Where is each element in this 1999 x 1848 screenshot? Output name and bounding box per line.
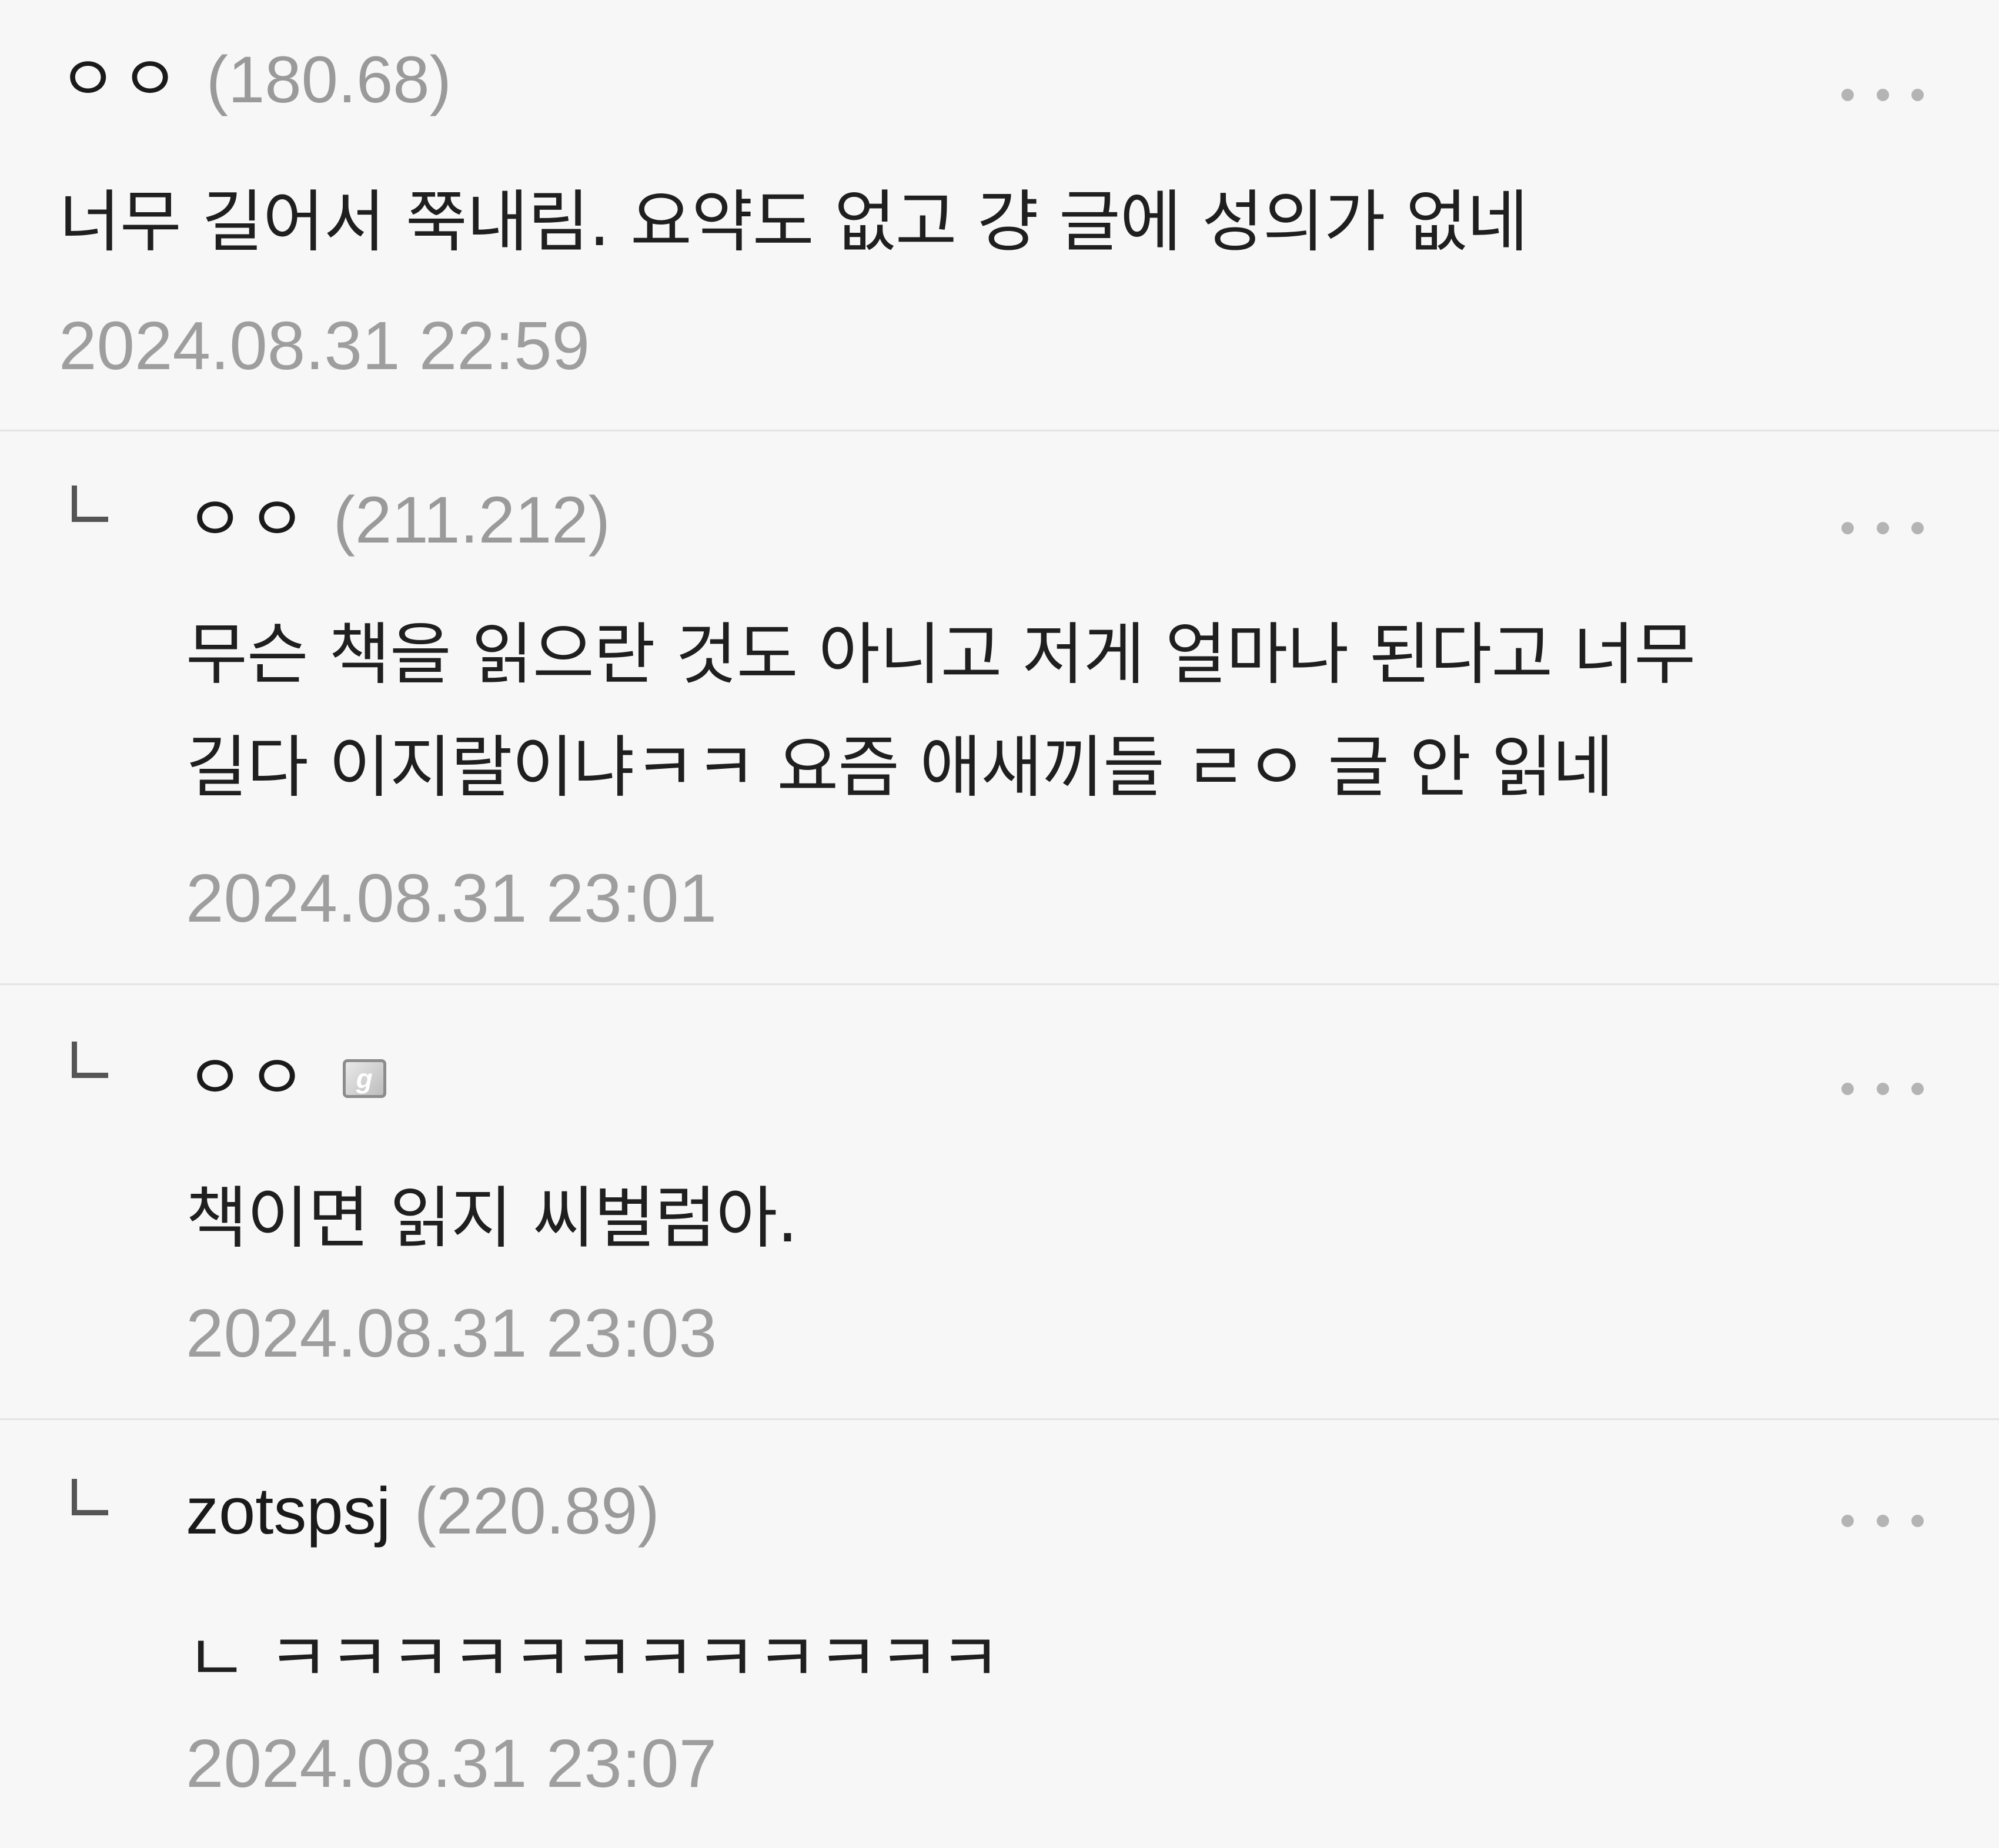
more-options-icon[interactable] xyxy=(1841,1514,1924,1527)
reply-arrow-icon xyxy=(72,1479,108,1515)
comment-text: 무슨 책을 읽으란 것도 아니고 저게 얼마나 된다고 너무 길다 이지랄이냐ㅋ… xyxy=(186,598,1696,824)
comment-timestamp: 2024.08.31 22:59 xyxy=(59,307,590,384)
comment-text: 책이면 읽지 씨벌럼아. xyxy=(186,1179,798,1257)
comment-timestamp: 2024.08.31 23:07 xyxy=(186,1725,717,1802)
reply-arrow-icon xyxy=(72,1042,108,1078)
comment-ip: (211.212) xyxy=(333,483,610,557)
comment-meta: ㅇㅇ (211.212) xyxy=(186,487,610,553)
comment-text: 너무 길어서 쭉내림. 요약도 없고 걍 글에 성의가 없네 xyxy=(59,183,1529,261)
comment-meta: zotspsj (220.89) xyxy=(186,1478,660,1544)
reply-item: zotspsj (220.89) ㄴ ㅋㅋㅋㅋㅋㅋㅋㅋㅋㅋㅋㅋ 2024.08.… xyxy=(0,1420,1999,1848)
comment-text-line: 길다 이지랄이냐ㅋㅋ 요즘 애새끼들 ㄹㅇ 글 안 읽네 xyxy=(186,728,1614,806)
comment-ip: (220.89) xyxy=(414,1474,660,1548)
comment-nickname[interactable]: ㅇㅇ xyxy=(186,488,310,552)
comment-meta: ㅇㅇ g xyxy=(186,1047,386,1110)
more-options-icon[interactable] xyxy=(1841,1082,1924,1095)
comment-ip: (180.68) xyxy=(206,43,452,116)
comment-nickname[interactable]: ㅇㅇ xyxy=(59,48,183,112)
comment-timestamp: 2024.08.31 23:01 xyxy=(186,860,717,936)
comment-text: ㄴ ㅋㅋㅋㅋㅋㅋㅋㅋㅋㅋㅋㅋ xyxy=(186,1619,1001,1698)
more-options-icon[interactable] xyxy=(1841,521,1924,534)
comment-timestamp: 2024.08.31 23:03 xyxy=(186,1295,717,1371)
comment-nickname[interactable]: zotspsj xyxy=(186,1478,391,1544)
reply-item: ㅇㅇ g 책이면 읽지 씨벌럼아. 2024.08.31 23:03 xyxy=(0,985,1999,1420)
fixed-member-badge-icon: g xyxy=(342,1059,386,1098)
reply-arrow-icon xyxy=(72,486,108,522)
more-options-icon[interactable] xyxy=(1841,88,1924,101)
comment-text-line: 무슨 책을 읽으란 것도 아니고 저게 얼마나 된다고 너무 xyxy=(186,615,1696,694)
reply-item: ㅇㅇ (211.212) 무슨 책을 읽으란 것도 아니고 저게 얼마나 된다고… xyxy=(0,431,1999,985)
comment-item: ㅇㅇ (180.68) 너무 길어서 쭉내림. 요약도 없고 걍 글에 성의가 … xyxy=(0,0,1999,431)
comment-nickname[interactable]: ㅇㅇ xyxy=(186,1047,310,1110)
comment-list: ㅇㅇ (180.68) 너무 길어서 쭉내림. 요약도 없고 걍 글에 성의가 … xyxy=(0,0,1999,1848)
comment-meta: ㅇㅇ (180.68) xyxy=(59,47,452,113)
